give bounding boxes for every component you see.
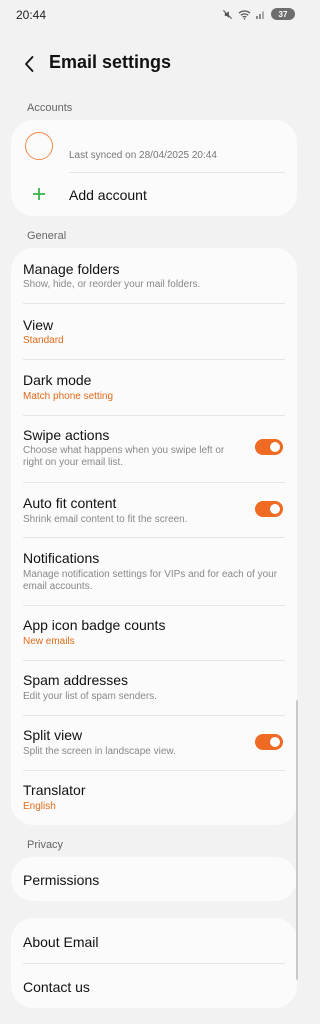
item-title: Permissions	[23, 872, 100, 888]
item-title: Notifications	[23, 550, 100, 566]
about-card: About Email Contact us	[11, 918, 297, 1008]
account-avatar	[25, 132, 53, 160]
item-title: Dark mode	[23, 372, 92, 388]
item-subtitle: Choose what happens when you swipe left …	[23, 445, 225, 468]
battery-icon: 37	[271, 8, 295, 20]
section-label-privacy: Privacy	[27, 839, 64, 851]
general-card: Manage folders Show, hide, or reorder yo…	[11, 248, 297, 825]
item-value: New emails	[23, 636, 75, 647]
auto-fit-toggle[interactable]	[255, 501, 283, 517]
back-icon[interactable]	[18, 52, 42, 76]
add-account-button[interactable]: Add account	[11, 173, 297, 216]
section-label-accounts: Accounts	[27, 102, 73, 114]
item-title: Translator	[23, 782, 86, 798]
add-account-label: Add account	[69, 187, 147, 203]
settings-item-dark-mode[interactable]: Dark mode Match phone setting	[11, 360, 297, 415]
account-row[interactable]: Last synced on 28/04/2025 20:44	[11, 120, 297, 172]
swipe-actions-toggle[interactable]	[255, 439, 283, 455]
signal-icon	[256, 11, 264, 19]
item-title: Split view	[23, 727, 83, 743]
item-subtitle: Manage notification settings for VIPs an…	[23, 569, 278, 592]
settings-item-app-icon-badge[interactable]: App icon badge counts New emails	[11, 606, 297, 661]
item-title: Contact us	[23, 979, 90, 995]
item-value: English	[23, 801, 56, 812]
settings-item-manage-folders[interactable]: Manage folders Show, hide, or reorder yo…	[11, 248, 297, 303]
item-subtitle: Show, hide, or reorder your mail folders…	[23, 279, 201, 290]
item-title: Manage folders	[23, 261, 120, 277]
settings-item-contact-us[interactable]: Contact us	[11, 964, 297, 1008]
settings-item-split-view[interactable]: Split view Split the screen in landscape…	[11, 716, 297, 771]
section-label-general: General	[27, 230, 67, 242]
mute-icon	[222, 9, 233, 19]
item-title: View	[23, 317, 54, 333]
privacy-card: Permissions	[11, 857, 297, 901]
settings-item-spam-addresses[interactable]: Spam addresses Edit your list of spam se…	[11, 661, 297, 716]
app-bar: Email settings	[0, 44, 309, 84]
last-synced-text: Last synced on 28/04/2025 20:44	[69, 150, 217, 161]
scrollbar[interactable]	[296, 700, 298, 980]
settings-item-view[interactable]: View Standard	[11, 304, 297, 359]
split-view-toggle[interactable]	[255, 734, 283, 750]
item-subtitle: Shrink email content to fit the screen.	[23, 514, 188, 525]
item-value: Match phone setting	[23, 391, 114, 402]
item-title: About Email	[23, 934, 99, 950]
settings-item-notifications[interactable]: Notifications Manage notification settin…	[11, 538, 297, 605]
settings-item-translator[interactable]: Translator English	[11, 771, 297, 825]
status-icons: 37	[222, 8, 295, 20]
wifi-icon	[238, 9, 251, 20]
page-title: Email settings	[49, 52, 172, 72]
battery-level: 37	[278, 9, 288, 19]
item-title: Auto fit content	[23, 495, 117, 511]
item-subtitle: Split the screen in landscape view.	[23, 746, 176, 757]
item-title: Swipe actions	[23, 427, 110, 443]
settings-item-swipe-actions[interactable]: Swipe actions Choose what happens when y…	[11, 416, 297, 483]
item-title: Spam addresses	[23, 672, 129, 688]
item-value: Standard	[23, 335, 64, 346]
accounts-card: Last synced on 28/04/2025 20:44 Add acco…	[11, 120, 297, 216]
toggle-knob	[270, 737, 280, 747]
settings-item-about-email[interactable]: About Email	[11, 918, 297, 963]
status-bar: 20:44 37	[0, 0, 309, 32]
toggle-knob	[270, 442, 280, 452]
plus-icon	[33, 188, 45, 200]
settings-item-permissions[interactable]: Permissions	[11, 857, 297, 901]
status-time: 20:44	[16, 8, 47, 22]
item-title: App icon badge counts	[23, 617, 166, 633]
settings-item-auto-fit[interactable]: Auto fit content Shrink email content to…	[11, 483, 297, 538]
item-subtitle: Edit your list of spam senders.	[23, 691, 157, 702]
toggle-knob	[270, 504, 280, 514]
